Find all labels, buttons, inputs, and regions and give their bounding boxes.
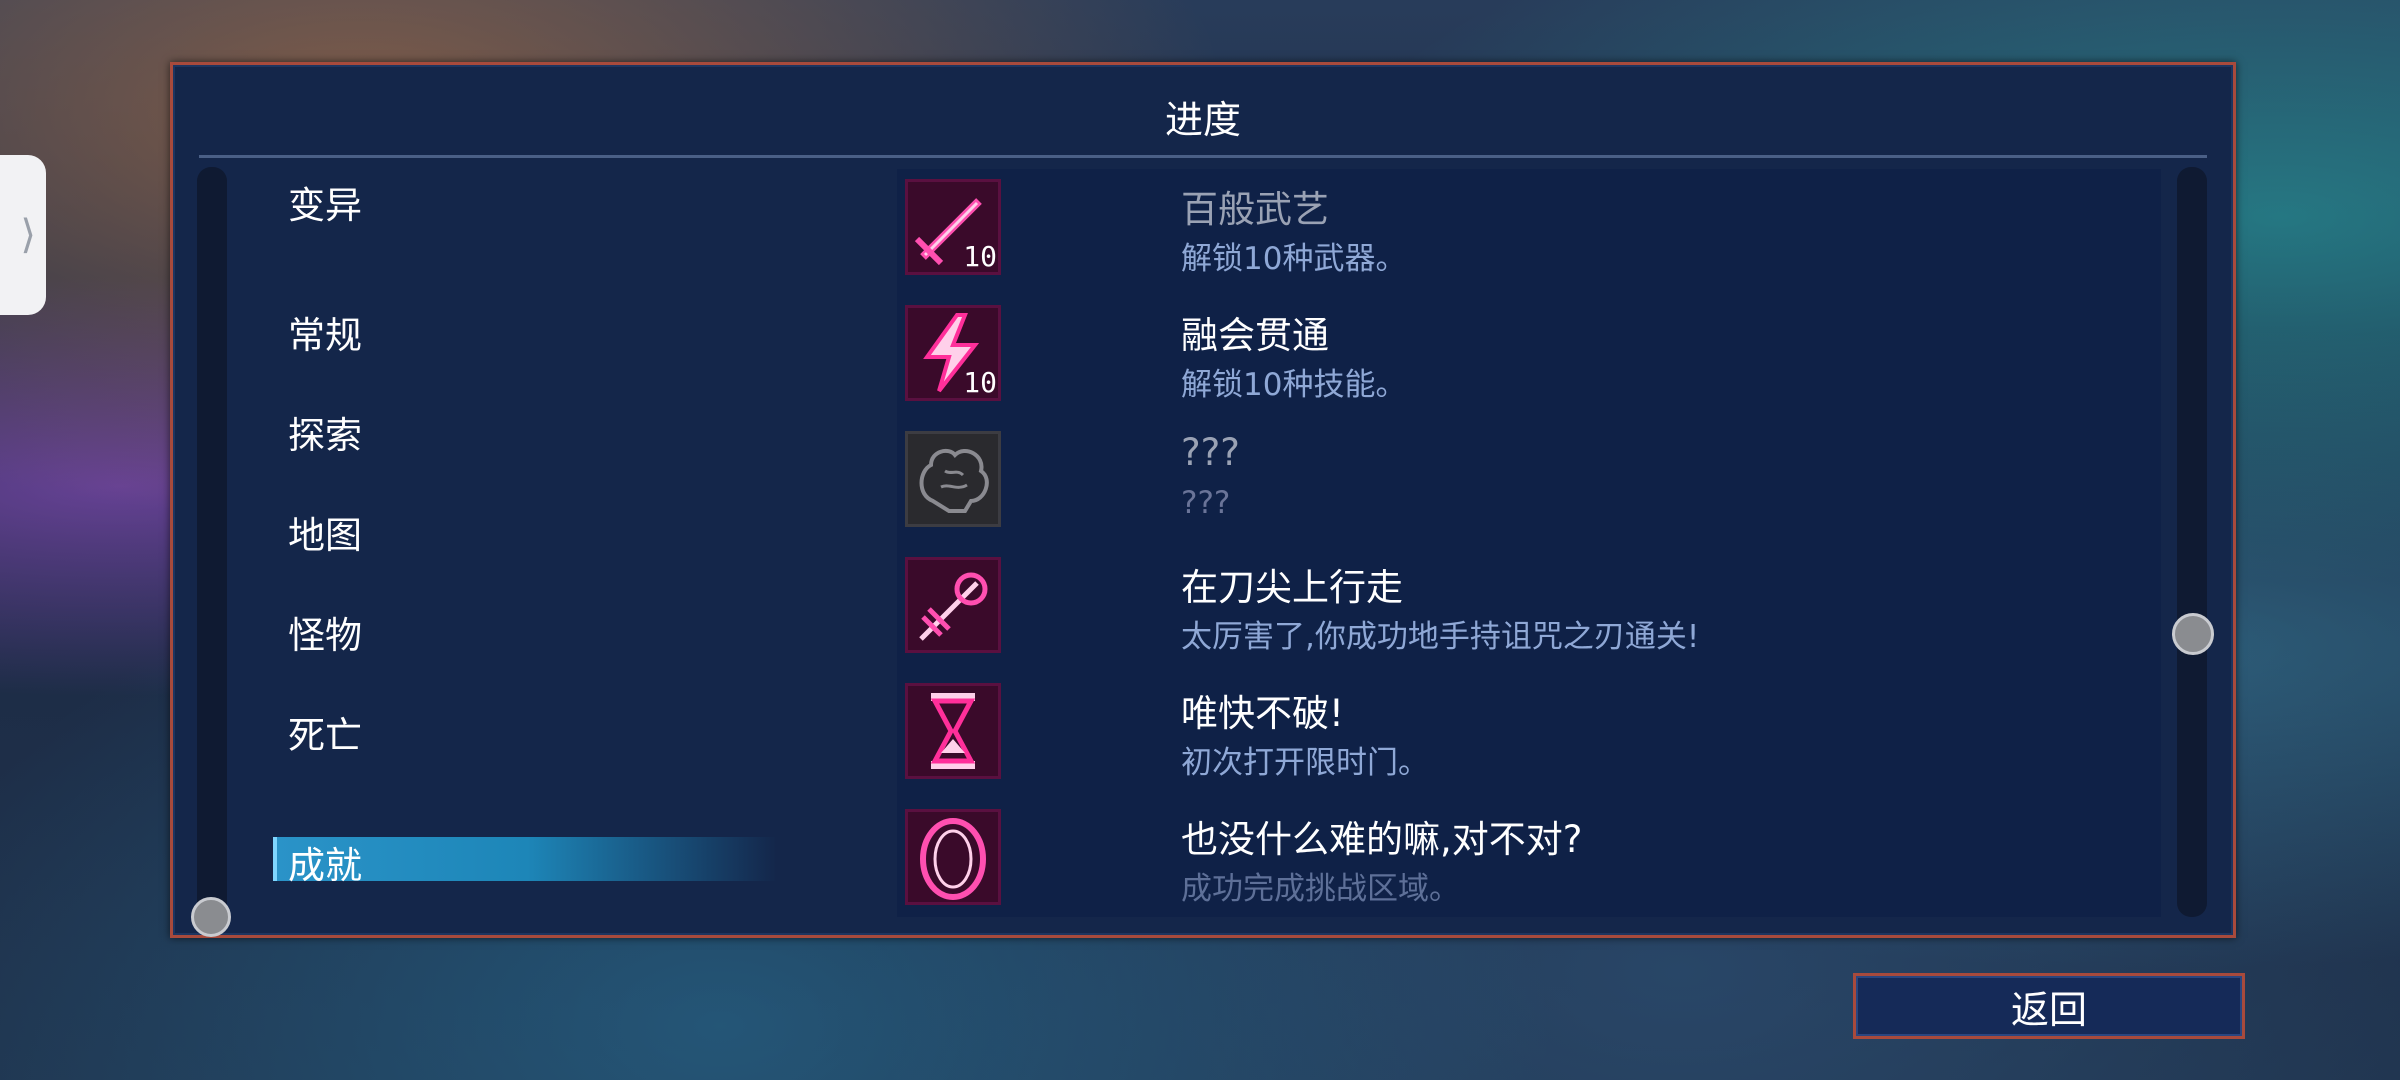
- achievement-desc: 解锁10种技能。: [1181, 367, 1407, 403]
- achievement-desc: ???: [1181, 485, 1231, 521]
- category-scrollbar-knob[interactable]: [191, 897, 231, 937]
- progress-panel: 进度 变异 常规 探索 地图 怪物 死亡 成就 10 百般武艺 解锁10种武器。: [170, 62, 2236, 938]
- category-achievements[interactable]: 成就: [288, 835, 362, 889]
- side-drawer-tab[interactable]: ⟩: [0, 155, 46, 315]
- panel-title: 进度: [1164, 98, 1241, 142]
- chevron-right-icon: ⟩: [20, 212, 36, 258]
- sword-icon: 10: [905, 179, 1001, 275]
- lightning-icon: 10: [905, 305, 1001, 401]
- ring-portal-icon: [905, 809, 1001, 905]
- achievement-title: 唯快不破!: [1181, 692, 1344, 735]
- count-badge: 10: [963, 240, 997, 273]
- achievement-title: 在刀尖上行走: [1181, 566, 1403, 609]
- achievement-title: 百般武艺: [1181, 188, 1329, 231]
- category-mutations[interactable]: 变异: [288, 175, 362, 229]
- category-monsters[interactable]: 怪物: [288, 605, 362, 659]
- achievement-row[interactable]: 也没什么难的嘛,对不对? 成功完成挑战区域。: [905, 809, 2105, 909]
- category-exploration[interactable]: 探索: [288, 405, 362, 459]
- achievement-title: 也没什么难的嘛,对不对?: [1181, 818, 1583, 861]
- achievement-row[interactable]: 唯快不破! 初次打开限时门。: [905, 683, 2105, 783]
- achievement-desc: 初次打开限时门。: [1181, 745, 1429, 781]
- achievement-desc: 太厉害了,你成功地手持诅咒之刃通关!: [1181, 619, 1700, 655]
- list-scrollbar-track[interactable]: [2177, 167, 2207, 917]
- cursed-blade-icon: [905, 557, 1001, 653]
- achievement-desc: 解锁10种武器。: [1181, 241, 1407, 277]
- achievement-list: [897, 169, 2161, 917]
- category-map[interactable]: 地图: [288, 505, 362, 559]
- locked-brain-icon: [905, 431, 1001, 527]
- achievement-row[interactable]: 10 融会贯通 解锁10种技能。: [905, 305, 2105, 405]
- achievement-title: ???: [1181, 431, 1240, 474]
- back-button[interactable]: 返回: [1853, 973, 2245, 1039]
- achievement-row[interactable]: ??? ???: [905, 431, 2105, 531]
- achievement-title: 融会贯通: [1181, 314, 1329, 357]
- count-badge: 10: [963, 366, 997, 399]
- category-deaths[interactable]: 死亡: [288, 705, 362, 759]
- achievement-row[interactable]: 10 百般武艺 解锁10种武器。: [905, 179, 2105, 279]
- achievement-row[interactable]: 在刀尖上行走 太厉害了,你成功地手持诅咒之刃通关!: [905, 557, 2105, 657]
- title-divider: [199, 155, 2207, 158]
- list-scrollbar-knob[interactable]: [2172, 613, 2214, 655]
- hourglass-icon: [905, 683, 1001, 779]
- category-scrollbar-track[interactable]: [197, 167, 227, 917]
- category-general[interactable]: 常规: [288, 305, 362, 359]
- achievement-desc: 成功完成挑战区域。: [1181, 871, 1460, 907]
